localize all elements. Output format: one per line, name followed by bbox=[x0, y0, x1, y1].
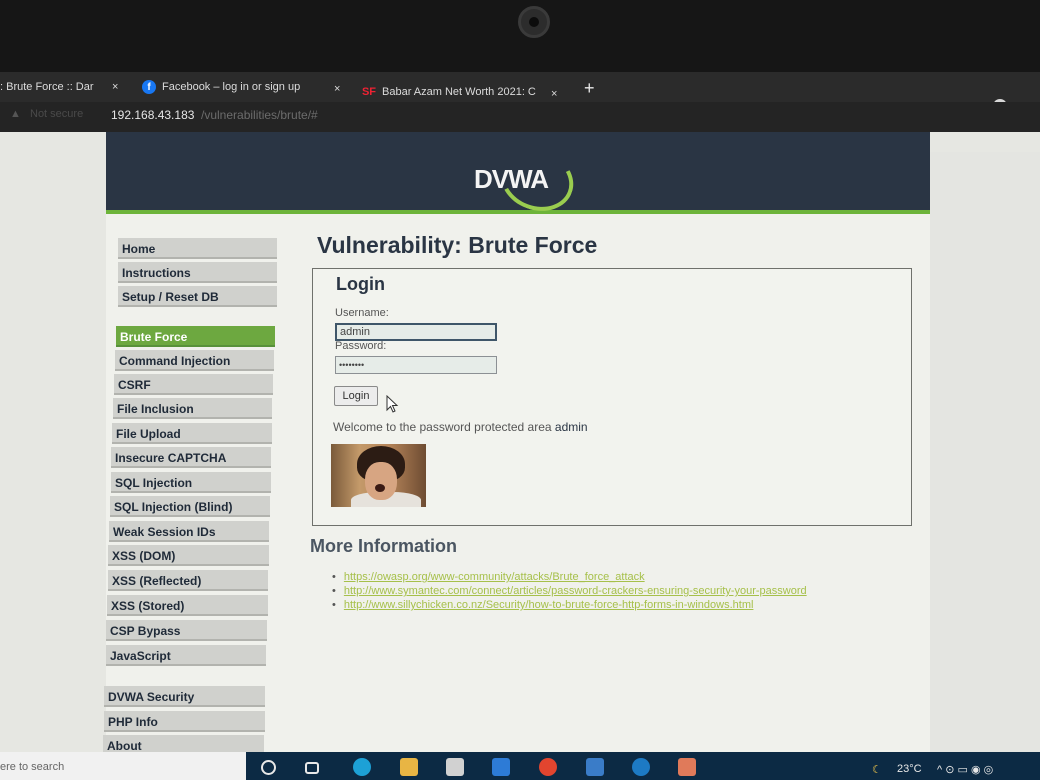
more-info-heading: More Information bbox=[310, 536, 457, 556]
reference-links: https://owasp.org/www-community/attacks/… bbox=[332, 571, 807, 613]
url-host[interactable]: 192.168.43.183 bbox=[111, 108, 194, 122]
menu-item-setup[interactable]: Setup / Reset DB bbox=[118, 286, 277, 307]
facebook-icon: f bbox=[142, 80, 156, 94]
system-tray-icons[interactable]: ^ ⊙ ▭ ◉ ◎ bbox=[937, 763, 993, 776]
edge-icon[interactable] bbox=[353, 758, 371, 776]
cortana-icon[interactable] bbox=[261, 760, 276, 775]
tab-facebook[interactable]: f Facebook – log in or sign up bbox=[142, 72, 300, 102]
welcome-username: admin bbox=[554, 420, 588, 434]
chrome-icon[interactable] bbox=[539, 758, 557, 776]
menu-item-dvwa-security[interactable]: DVWA Security bbox=[104, 686, 265, 707]
username-input[interactable]: admin bbox=[335, 323, 497, 341]
tab-label: : Brute Force :: Dar bbox=[0, 81, 94, 93]
screen-bezel bbox=[0, 0, 1040, 72]
username-label: Username: bbox=[335, 307, 389, 319]
menu-item-sql-injection-blind[interactable]: SQL Injection (Blind) bbox=[110, 496, 270, 517]
menu-item-home[interactable]: Home bbox=[118, 238, 277, 259]
link-sillychicken[interactable]: http://www.sillychicken.co.nz/Security/h… bbox=[344, 599, 754, 611]
list-item: https://owasp.org/www-community/attacks/… bbox=[332, 571, 807, 585]
mouse-pointer-icon bbox=[386, 395, 399, 413]
welcome-message: Welcome to the password protected area a… bbox=[333, 420, 588, 434]
taskbar-search-placeholder[interactable]: ere to search bbox=[0, 761, 64, 773]
xampp-icon[interactable] bbox=[678, 758, 696, 776]
tab-label: Babar Azam Net Worth 2021: C bbox=[382, 86, 536, 98]
menu-item-csrf[interactable]: CSRF bbox=[114, 374, 273, 395]
vscode-icon[interactable] bbox=[586, 758, 604, 776]
menu-item-csp-bypass[interactable]: CSP Bypass bbox=[106, 620, 267, 641]
dvwa-logo[interactable]: DVWA bbox=[474, 164, 549, 195]
user-avatar-photo bbox=[331, 444, 426, 507]
password-label: Password: bbox=[335, 340, 387, 352]
tab-close-facebook[interactable]: × bbox=[334, 74, 340, 104]
tab-brute-force[interactable]: : Brute Force :: Dar bbox=[0, 72, 94, 102]
file-explorer-icon[interactable] bbox=[400, 758, 418, 776]
mail-icon[interactable] bbox=[492, 758, 510, 776]
login-button[interactable]: Login bbox=[334, 386, 378, 406]
list-item: http://www.symantec.com/connect/articles… bbox=[332, 585, 807, 599]
app-icon[interactable] bbox=[632, 758, 650, 776]
menu-item-file-inclusion[interactable]: File Inclusion bbox=[113, 398, 272, 419]
menu-item-brute-force[interactable]: Brute Force bbox=[116, 326, 275, 347]
page-margin-right bbox=[930, 152, 1040, 752]
password-input[interactable]: •••••••• bbox=[335, 356, 497, 374]
menu-item-command-injection[interactable]: Command Injection bbox=[115, 350, 274, 371]
menu-item-insecure-captcha[interactable]: Insecure CAPTCHA bbox=[111, 447, 271, 468]
menu-item-sql-injection[interactable]: SQL Injection bbox=[111, 472, 271, 493]
warning-icon: ▲ bbox=[10, 108, 21, 120]
tab-close-brute-force[interactable]: × bbox=[112, 72, 118, 102]
weather-icon[interactable]: ☾ bbox=[872, 763, 882, 776]
menu-item-weak-session-ids[interactable]: Weak Session IDs bbox=[109, 521, 269, 542]
menu-item-xss-dom[interactable]: XSS (DOM) bbox=[108, 545, 269, 566]
url-path[interactable]: /vulnerabilities/brute/# bbox=[201, 108, 318, 122]
menu-item-file-upload[interactable]: File Upload bbox=[112, 423, 272, 444]
menu-item-xss-reflected[interactable]: XSS (Reflected) bbox=[108, 570, 268, 591]
security-label[interactable]: Not secure bbox=[30, 108, 83, 120]
link-symantec[interactable]: http://www.symantec.com/connect/articles… bbox=[344, 585, 807, 597]
menu-item-xss-stored[interactable]: XSS (Stored) bbox=[107, 595, 268, 616]
temperature-readout[interactable]: 23°C bbox=[897, 763, 922, 775]
menu-item-php-info[interactable]: PHP Info bbox=[104, 711, 265, 732]
menu-item-instructions[interactable]: Instructions bbox=[118, 262, 277, 283]
task-view-icon[interactable] bbox=[305, 762, 319, 774]
new-tab-button[interactable]: + bbox=[584, 78, 595, 99]
menu-item-javascript[interactable]: JavaScript bbox=[106, 645, 266, 666]
link-owasp[interactable]: https://owasp.org/www-community/attacks/… bbox=[344, 571, 645, 583]
webcam-icon bbox=[518, 6, 550, 38]
sportsfan-icon: SF bbox=[361, 86, 377, 98]
welcome-text: Welcome to the password protected area bbox=[333, 420, 552, 434]
page-title: Vulnerability: Brute Force bbox=[317, 232, 598, 258]
tab-label: Facebook – log in or sign up bbox=[162, 81, 301, 93]
store-icon[interactable] bbox=[446, 758, 464, 776]
login-heading: Login bbox=[336, 274, 385, 294]
list-item: http://www.sillychicken.co.nz/Security/h… bbox=[332, 599, 807, 613]
